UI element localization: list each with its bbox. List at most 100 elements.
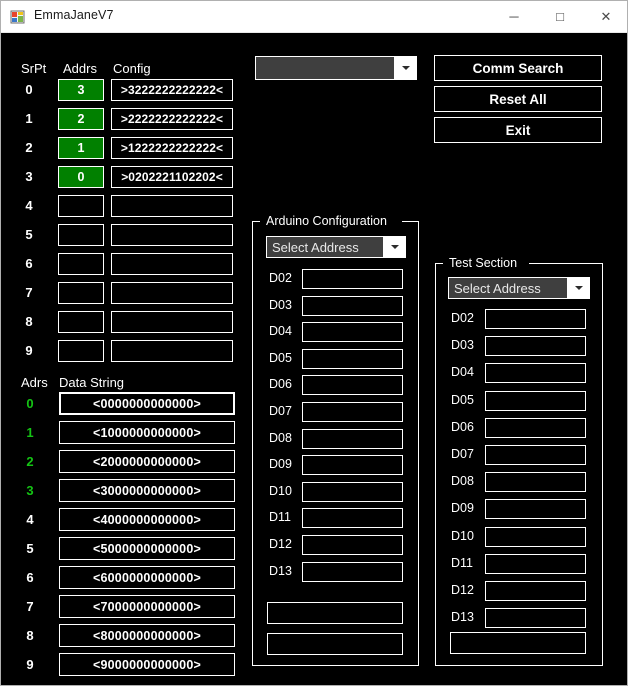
addr-field[interactable] xyxy=(58,282,104,304)
test-pin-field[interactable] xyxy=(485,336,586,356)
addr-field[interactable] xyxy=(58,311,104,333)
test-address-combo-dropdown-button[interactable] xyxy=(567,278,589,298)
config-field[interactable]: >2222222222222< xyxy=(111,108,233,130)
config-field[interactable] xyxy=(111,253,233,275)
port-combo[interactable] xyxy=(255,56,417,80)
test-pin-label: D06 xyxy=(451,420,474,434)
test-pin-label: D05 xyxy=(451,393,474,407)
test-pin-label: D03 xyxy=(451,338,474,352)
addr-field[interactable]: 3 xyxy=(58,79,104,101)
test-pin-field[interactable] xyxy=(485,554,586,574)
test-pin-field[interactable] xyxy=(485,581,586,601)
maximize-button[interactable]: □ xyxy=(537,1,583,32)
adrs-row-label: 5 xyxy=(26,541,34,556)
close-icon: ✕ xyxy=(600,9,612,24)
test-pin-label: D04 xyxy=(451,365,474,379)
arduino-pin-field[interactable] xyxy=(302,269,403,289)
arduino-extra-field-2[interactable] xyxy=(267,633,403,655)
group-border-bottom xyxy=(252,665,419,666)
data-string-field[interactable]: <0000000000000> xyxy=(59,392,235,415)
addr-field[interactable] xyxy=(58,340,104,362)
data-string-field[interactable]: <1000000000000> xyxy=(59,421,235,444)
test-pin-field[interactable] xyxy=(485,445,586,465)
srpt-row-label: 3 xyxy=(25,169,33,184)
test-address-combo-value: Select Address xyxy=(454,280,541,296)
arduino-pin-label: D03 xyxy=(269,298,292,312)
test-extra-field-1[interactable] xyxy=(450,632,586,654)
arduino-pin-field[interactable] xyxy=(302,482,403,502)
config-field[interactable]: >0202221102202< xyxy=(111,166,233,188)
data-string-field[interactable]: <9000000000000> xyxy=(59,653,235,676)
data-string-field[interactable]: <6000000000000> xyxy=(59,566,235,589)
data-string-field[interactable]: <7000000000000> xyxy=(59,595,235,618)
data-string-field[interactable]: <5000000000000> xyxy=(59,537,235,560)
arduino-pin-label: D02 xyxy=(269,271,292,285)
config-field[interactable] xyxy=(111,195,233,217)
addr-field[interactable] xyxy=(58,253,104,275)
arduino-pin-field[interactable] xyxy=(302,429,403,449)
port-combo-dropdown-button[interactable] xyxy=(394,57,416,79)
arduino-pin-field[interactable] xyxy=(302,322,403,342)
data-string-column-header: Data String xyxy=(59,375,125,390)
data-string-field[interactable]: <4000000000000> xyxy=(59,508,235,531)
reset-all-button[interactable]: Reset All xyxy=(434,86,602,112)
arduino-pin-field[interactable] xyxy=(302,535,403,555)
arduino-pin-field[interactable] xyxy=(302,296,403,316)
arduino-pin-field[interactable] xyxy=(302,455,403,475)
srpt-row-label: 5 xyxy=(25,227,33,242)
test-pin-field[interactable] xyxy=(485,418,586,438)
data-string-field[interactable]: <8000000000000> xyxy=(59,624,235,647)
arduino-pin-field[interactable] xyxy=(302,508,403,528)
arduino-address-combo-dropdown-button[interactable] xyxy=(383,237,405,257)
config-field[interactable]: >1222222222222< xyxy=(111,137,233,159)
group-border-left xyxy=(435,263,436,666)
test-address-combo[interactable]: Select Address xyxy=(448,277,590,299)
test-pin-field[interactable] xyxy=(485,499,586,519)
arduino-pin-field[interactable] xyxy=(302,375,403,395)
config-field[interactable] xyxy=(111,282,233,304)
arduino-pin-field[interactable] xyxy=(302,349,403,369)
test-pin-field[interactable] xyxy=(485,391,586,411)
addr-field[interactable]: 0 xyxy=(58,166,104,188)
arduino-pin-label: D12 xyxy=(269,537,292,551)
test-pin-field[interactable] xyxy=(485,363,586,383)
test-pin-field[interactable] xyxy=(485,309,586,329)
arduino-extra-field-1[interactable] xyxy=(267,602,403,624)
srpt-row-label: 7 xyxy=(25,285,33,300)
adrs-row-label: 2 xyxy=(26,454,34,469)
minimize-button[interactable]: ─ xyxy=(491,1,537,32)
minimize-icon: ─ xyxy=(509,9,519,24)
arduino-pin-field[interactable] xyxy=(302,562,403,582)
addr-field[interactable] xyxy=(58,195,104,217)
arduino-pin-field[interactable] xyxy=(302,402,403,422)
addr-field[interactable] xyxy=(58,224,104,246)
test-pin-label: D02 xyxy=(451,311,474,325)
config-field[interactable]: >3222222222222< xyxy=(111,79,233,101)
adrs-row-label: 9 xyxy=(26,657,34,672)
arduino-pin-label: D07 xyxy=(269,404,292,418)
arduino-address-combo[interactable]: Select Address xyxy=(266,236,406,258)
config-field[interactable] xyxy=(111,224,233,246)
exit-button[interactable]: Exit xyxy=(434,117,602,143)
srpt-row-label: 8 xyxy=(25,314,33,329)
test-pin-label: D07 xyxy=(451,447,474,461)
data-string-field[interactable]: <3000000000000> xyxy=(59,479,235,502)
comm-search-button[interactable]: Comm Search xyxy=(434,55,602,81)
data-string-field[interactable]: <2000000000000> xyxy=(59,450,235,473)
test-pin-label: D10 xyxy=(451,529,474,543)
addr-field[interactable]: 2 xyxy=(58,108,104,130)
srpt-row-label: 9 xyxy=(25,343,33,358)
addr-field[interactable]: 1 xyxy=(58,137,104,159)
adrs-row-label: 0 xyxy=(26,396,34,411)
test-pin-field[interactable] xyxy=(485,472,586,492)
test-pin-field[interactable] xyxy=(485,608,586,628)
port-combo-value xyxy=(256,57,394,79)
arduino-pin-label: D04 xyxy=(269,324,292,338)
close-button[interactable]: ✕ xyxy=(583,1,627,32)
srpt-row-label: 1 xyxy=(25,111,33,126)
config-field[interactable] xyxy=(111,340,233,362)
config-field[interactable] xyxy=(111,311,233,333)
group-border-top-left xyxy=(252,221,260,222)
test-pin-field[interactable] xyxy=(485,527,586,547)
adrs-row-label: 8 xyxy=(26,628,34,643)
